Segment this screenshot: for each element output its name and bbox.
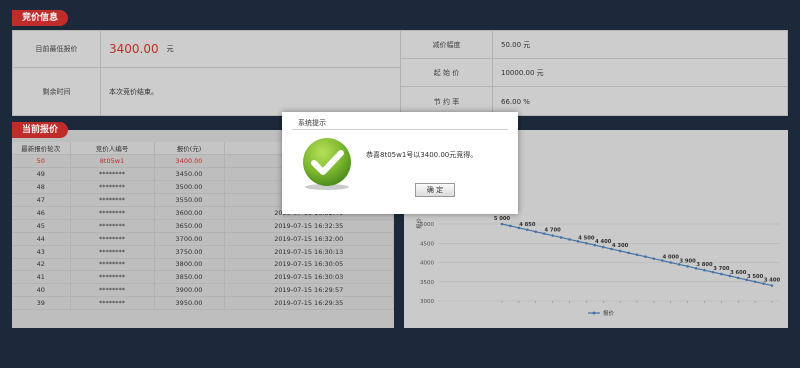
dialog-divider [292,129,508,130]
system-dialog: 系统提示 恭喜8t05w1号以3400.00元竞得。 确 定 [282,112,518,214]
ok-button[interactable]: 确 定 [415,183,455,197]
check-icon [303,138,351,190]
dialog-title: 系统提示 [298,119,326,127]
dialog-message: 恭喜8t05w1号以3400.00元竞得。 [366,151,478,159]
